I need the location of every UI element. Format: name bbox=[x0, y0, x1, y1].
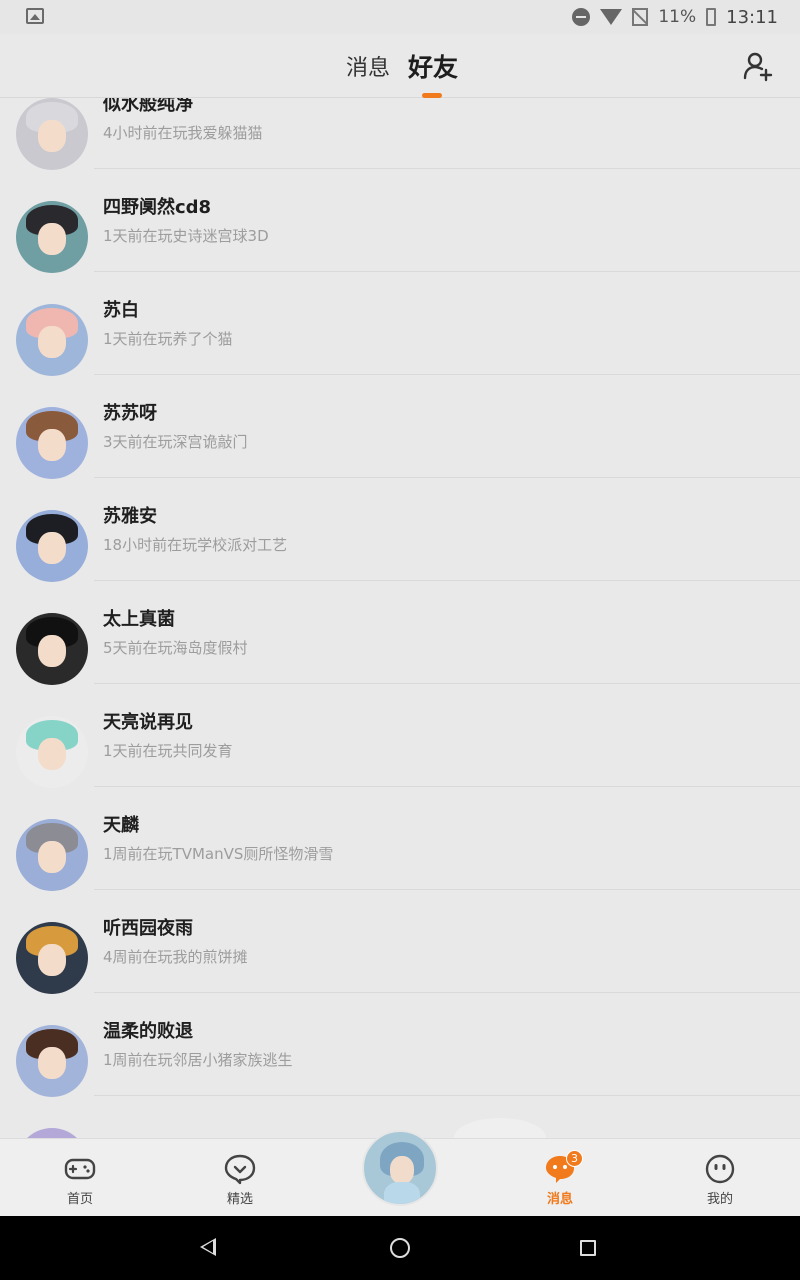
list-item[interactable]: 听西园夜雨 4周前在玩我的煎饼摊 bbox=[0, 890, 800, 994]
avatar bbox=[16, 1128, 88, 1138]
list-item[interactable]: 苏苏呀 3天前在玩深宫诡敲门 bbox=[0, 375, 800, 479]
list-item[interactable]: 苏白 1天前在玩养了个猫 bbox=[0, 272, 800, 376]
friend-name: 似水般纯净 bbox=[103, 98, 193, 115]
system-nav-bar bbox=[0, 1216, 800, 1280]
friend-name: 苏苏呀 bbox=[103, 403, 157, 424]
nav-label: 消息 bbox=[546, 1192, 573, 1207]
avatar bbox=[16, 407, 88, 479]
friend-status: 18小时前在玩学校派对工艺 bbox=[103, 536, 288, 554]
friend-status: 1天前在玩共同发育 bbox=[103, 742, 233, 760]
avatar bbox=[16, 1025, 88, 1097]
list-item[interactable]: 天亮说再见 1天前在玩共同发育 bbox=[0, 684, 800, 788]
nav-label: 精选 bbox=[226, 1192, 253, 1207]
nav-messages[interactable]: 消息 bbox=[520, 1139, 600, 1217]
list-item[interactable]: 四野阒然cd8 1天前在玩史诗迷宫球3D bbox=[0, 169, 800, 273]
nav-label: 我的 bbox=[706, 1192, 733, 1207]
nav-home[interactable]: 首页 bbox=[40, 1139, 120, 1217]
friend-name: 太上真菌 bbox=[103, 609, 175, 630]
avatar-face bbox=[38, 738, 66, 770]
friend-name: 苏雅安 bbox=[103, 506, 157, 527]
status-bar: 11% 13:11 bbox=[0, 0, 800, 34]
friend-status: 4小时前在玩我爱躲猫猫 bbox=[103, 124, 263, 142]
avatar bbox=[16, 510, 88, 582]
list-item[interactable]: 似水般纯净 4小时前在玩我爱躲猫猫 bbox=[0, 98, 800, 170]
friend-name: 温柔的败退 bbox=[103, 1021, 193, 1042]
list-item[interactable]: 天麟 1周前在玩TVManVS厕所怪物滑雪 bbox=[0, 787, 800, 891]
message-count-badge: 3 bbox=[566, 1150, 583, 1167]
top-header: 消息 好友 bbox=[0, 34, 800, 98]
nav-label: 首页 bbox=[66, 1192, 93, 1207]
friend-name: 苏白 bbox=[103, 300, 139, 321]
nav-featured[interactable]: 精选 bbox=[200, 1139, 280, 1217]
avatar-body bbox=[384, 1182, 420, 1204]
home-icon[interactable] bbox=[390, 1238, 410, 1258]
heart-chat-icon bbox=[224, 1154, 256, 1185]
wifi-icon bbox=[600, 9, 623, 25]
avatar-face bbox=[38, 944, 66, 976]
no-sim-icon bbox=[632, 8, 649, 26]
avatar-face bbox=[390, 1156, 414, 1184]
avatar bbox=[16, 819, 88, 891]
tab-friends[interactable]: 好友 bbox=[408, 48, 458, 84]
avatar-face bbox=[38, 429, 66, 461]
battery-icon bbox=[706, 8, 717, 26]
list-item[interactable]: 苏雅安 18小时前在玩学校派对工艺 bbox=[0, 478, 800, 582]
status-icons: 11% 13:11 bbox=[572, 5, 778, 29]
friend-name: 天亮说再见 bbox=[103, 712, 193, 733]
avatar-face bbox=[38, 532, 66, 564]
gamepad-icon bbox=[64, 1158, 96, 1180]
friend-status: 3天前在玩深宫诡敲门 bbox=[103, 433, 248, 451]
friend-status: 1周前在玩邻居小猪家族逃生 bbox=[103, 1051, 293, 1069]
avatar bbox=[16, 716, 88, 788]
avatar bbox=[16, 201, 88, 273]
avatar-face bbox=[38, 1047, 66, 1079]
back-icon[interactable] bbox=[200, 1238, 216, 1256]
nav-me[interactable]: 我的 bbox=[680, 1139, 760, 1217]
friend-status: 1天前在玩史诗迷宫球3D bbox=[103, 227, 269, 245]
tab-messages[interactable]: 消息 bbox=[346, 50, 390, 82]
smiley-icon bbox=[705, 1154, 735, 1184]
avatar-face bbox=[38, 635, 66, 667]
avatar bbox=[16, 98, 88, 170]
list-item[interactable]: 温柔的败退 1周前在玩邻居小猪家族逃生 bbox=[0, 993, 800, 1097]
friend-status: 4周前在玩我的煎饼摊 bbox=[103, 948, 248, 966]
do-not-disturb-icon bbox=[572, 8, 591, 26]
avatar bbox=[16, 922, 88, 994]
friend-status: 5天前在玩海岛度假村 bbox=[103, 639, 248, 657]
battery-percent: 11% bbox=[658, 7, 697, 27]
image-notification-icon bbox=[26, 8, 44, 24]
avatar-face bbox=[38, 841, 66, 873]
clock: 13:11 bbox=[726, 6, 778, 28]
friend-name: 听西园夜雨 bbox=[103, 918, 193, 939]
list-item[interactable]: 太上真菌 5天前在玩海岛度假村 bbox=[0, 581, 800, 685]
friend-name: 天麟 bbox=[103, 815, 139, 836]
avatar bbox=[16, 304, 88, 376]
recents-icon[interactable] bbox=[580, 1240, 596, 1256]
avatar bbox=[16, 613, 88, 685]
friend-status: 1天前在玩养了个猫 bbox=[103, 330, 233, 348]
friend-status: 1周前在玩TVManVS厕所怪物滑雪 bbox=[103, 845, 334, 863]
avatar-face bbox=[38, 223, 66, 255]
friend-name: 四野阒然cd8 bbox=[103, 197, 212, 218]
avatar-face bbox=[38, 326, 66, 358]
center-avatar-button[interactable] bbox=[362, 1130, 438, 1206]
avatar-face bbox=[38, 120, 66, 152]
friend-list: 似水般纯净 4小时前在玩我爱躲猫猫 四野阒然cd8 1天前在玩史诗迷宫球3D 苏… bbox=[0, 98, 800, 1138]
add-friend-icon[interactable] bbox=[742, 50, 774, 82]
